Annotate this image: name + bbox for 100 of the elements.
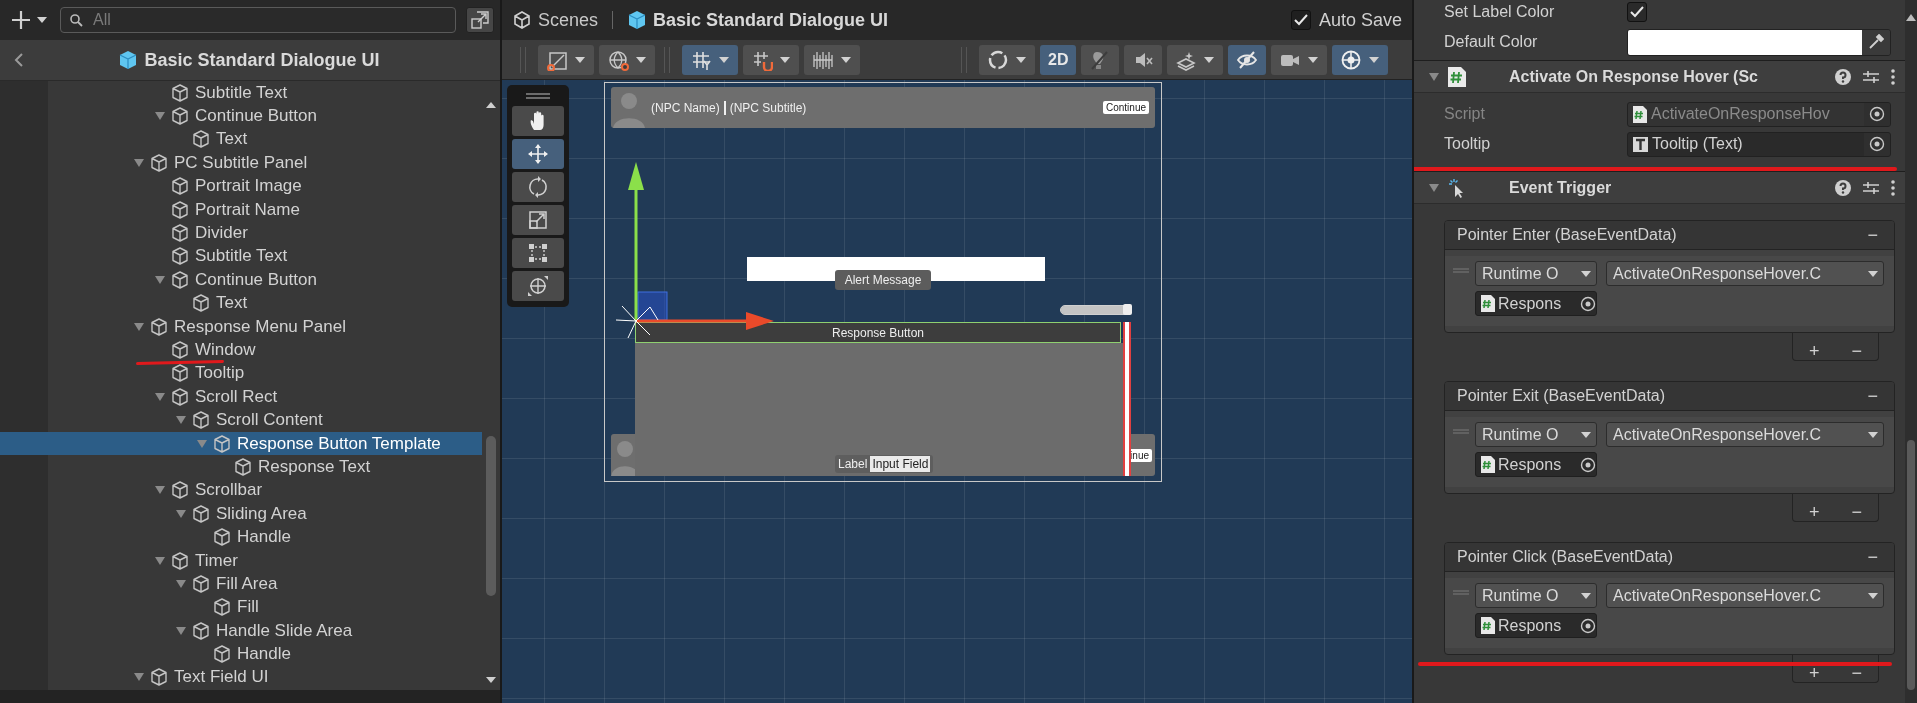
remove-listener-button[interactable]: − xyxy=(1847,503,1866,521)
tree-item[interactable]: PC Subtitle Panel xyxy=(0,151,482,175)
tree-item[interactable]: Response Button Template xyxy=(0,431,482,456)
object-field[interactable]: Respons xyxy=(1475,452,1597,477)
scale-tool-button[interactable] xyxy=(512,205,564,235)
camera-button[interactable] xyxy=(1271,44,1328,75)
prefab-breadcrumb[interactable]: Basic Standard Dialogue UI xyxy=(627,9,889,31)
transform-tool-button[interactable] xyxy=(512,271,564,301)
object-picker-icon[interactable] xyxy=(1580,617,1596,634)
tree-item[interactable]: Handle xyxy=(0,525,482,549)
rect-snap-button[interactable] xyxy=(538,44,594,75)
tree-item[interactable]: Text xyxy=(0,127,482,152)
npc-subtitle-panel[interactable]: (NPC Name) (NPC Subtitle) Continue xyxy=(611,87,1155,128)
expanded-arrow-icon[interactable] xyxy=(175,507,187,520)
function-dropdown[interactable]: ActivateOnResponseHover.C xyxy=(1606,583,1884,608)
back-icon[interactable] xyxy=(14,52,24,68)
input-field[interactable]: Label Input Field xyxy=(835,455,934,473)
expanded-arrow-icon[interactable] xyxy=(1428,70,1440,83)
runtime-dropdown[interactable]: Runtime O xyxy=(1475,583,1597,608)
rect-transform-tool-button[interactable] xyxy=(512,238,564,268)
expanded-arrow-icon[interactable] xyxy=(175,577,187,590)
globe-button[interactable] xyxy=(599,44,655,75)
runtime-dropdown[interactable]: Runtime O xyxy=(1475,261,1597,286)
remove-event-button[interactable]: − xyxy=(1863,385,1882,407)
tree-item[interactable]: Window xyxy=(0,338,482,362)
hidden-eye-button[interactable] xyxy=(1228,44,1267,75)
tree-item[interactable]: Portrait Name xyxy=(0,197,482,222)
tree-item[interactable]: Response Menu Panel xyxy=(0,314,482,339)
expanded-arrow-icon[interactable] xyxy=(154,554,166,567)
layers-sparkle-button[interactable] xyxy=(1167,44,1224,75)
remove-listener-button[interactable]: − xyxy=(1847,342,1866,360)
tree-item[interactable]: Scroll Content xyxy=(0,408,482,432)
hand-tool-button[interactable] xyxy=(512,106,564,136)
more-options-icon[interactable] xyxy=(1891,179,1895,196)
drag-handle-icon[interactable] xyxy=(1453,590,1469,595)
expanded-arrow-icon[interactable] xyxy=(133,320,145,333)
ruler-button[interactable] xyxy=(804,44,860,75)
tree-item[interactable]: Subtitle Text xyxy=(0,81,482,105)
tree-item[interactable]: Timer xyxy=(0,548,482,573)
timer-slider[interactable] xyxy=(1060,305,1132,315)
response-scrollbar[interactable] xyxy=(1123,322,1131,476)
tree-item[interactable]: Divider xyxy=(0,221,482,245)
tree-item[interactable]: Text Field UI xyxy=(0,665,482,690)
move-tool-button[interactable] xyxy=(512,139,564,169)
rotate-tool-button[interactable] xyxy=(512,172,564,202)
shading-sphere-button[interactable] xyxy=(979,44,1035,75)
increment-snap-button[interactable] xyxy=(743,44,799,75)
tree-item[interactable]: Handle xyxy=(0,642,482,666)
drag-handle-icon[interactable] xyxy=(1453,429,1469,434)
scroll-up-icon[interactable] xyxy=(1906,14,1916,21)
scrollbar-thumb[interactable] xyxy=(1907,440,1915,690)
tree-item[interactable]: Scrollbar xyxy=(0,478,482,503)
lightbulb-button[interactable] xyxy=(1081,44,1120,75)
object-field[interactable]: Respons xyxy=(1475,613,1597,638)
continue-button[interactable]: Continue xyxy=(1102,101,1149,114)
expanded-arrow-icon[interactable] xyxy=(154,273,166,286)
add-listener-button[interactable]: + xyxy=(1805,342,1824,360)
tree-item[interactable]: Continue Button xyxy=(0,268,482,292)
response-button[interactable]: Response Button xyxy=(635,322,1121,343)
scroll-down-icon[interactable] xyxy=(485,676,497,684)
more-options-icon[interactable] xyxy=(1891,68,1895,85)
scrollbar-thumb[interactable] xyxy=(486,436,496,596)
gizmo-button[interactable] xyxy=(1332,44,1389,75)
scroll-up-icon[interactable] xyxy=(485,101,497,109)
tree-item[interactable]: Text xyxy=(0,291,482,315)
tree-item[interactable]: Response Text xyxy=(0,455,482,479)
scenes-breadcrumb[interactable]: Scenes xyxy=(512,9,599,31)
object-picker-icon[interactable] xyxy=(1580,295,1596,312)
grid-snap-button[interactable] xyxy=(682,44,738,75)
tree-item[interactable]: Continue Button xyxy=(0,104,482,128)
function-dropdown[interactable]: ActivateOnResponseHover.C xyxy=(1606,422,1884,447)
open-window-button[interactable] xyxy=(466,7,494,33)
muted-speaker-button[interactable] xyxy=(1124,44,1163,75)
expanded-arrow-icon[interactable] xyxy=(154,390,166,403)
runtime-dropdown[interactable]: Runtime O xyxy=(1475,422,1597,447)
expanded-arrow-icon[interactable] xyxy=(175,624,187,637)
tree-item[interactable]: Tooltip xyxy=(0,361,482,386)
color-field[interactable] xyxy=(1627,28,1891,56)
object-picker-icon[interactable] xyxy=(1869,136,1885,152)
remove-event-button[interactable]: − xyxy=(1863,224,1882,246)
mode-2d-button[interactable]: 2D xyxy=(1040,44,1077,75)
tree-item[interactable]: Portrait Image xyxy=(0,174,482,198)
tree-item[interactable]: Fill xyxy=(0,595,482,619)
add-listener-button[interactable]: + xyxy=(1805,664,1824,682)
tree-item[interactable]: Sliding Area xyxy=(0,502,482,526)
expanded-arrow-icon[interactable] xyxy=(1428,181,1440,194)
remove-listener-button[interactable]: − xyxy=(1847,664,1866,682)
tree-item[interactable]: Handle Slide Area xyxy=(0,619,482,643)
tree-item[interactable]: Scroll Rect xyxy=(0,385,482,409)
eyedropper-icon[interactable] xyxy=(1868,34,1884,50)
settings-sliders-icon[interactable] xyxy=(1863,179,1879,196)
checkbox[interactable] xyxy=(1627,2,1647,22)
remove-event-button[interactable]: − xyxy=(1863,546,1882,568)
expanded-arrow-icon[interactable] xyxy=(133,156,145,169)
function-dropdown[interactable]: ActivateOnResponseHover.C xyxy=(1606,261,1884,286)
object-field[interactable]: Tooltip (Text) xyxy=(1627,131,1891,157)
settings-sliders-icon[interactable] xyxy=(1863,68,1879,85)
auto-save-checkbox[interactable] xyxy=(1290,10,1311,30)
object-picker-icon[interactable] xyxy=(1580,456,1596,473)
tree-item[interactable]: Subtitle Text xyxy=(0,244,482,269)
